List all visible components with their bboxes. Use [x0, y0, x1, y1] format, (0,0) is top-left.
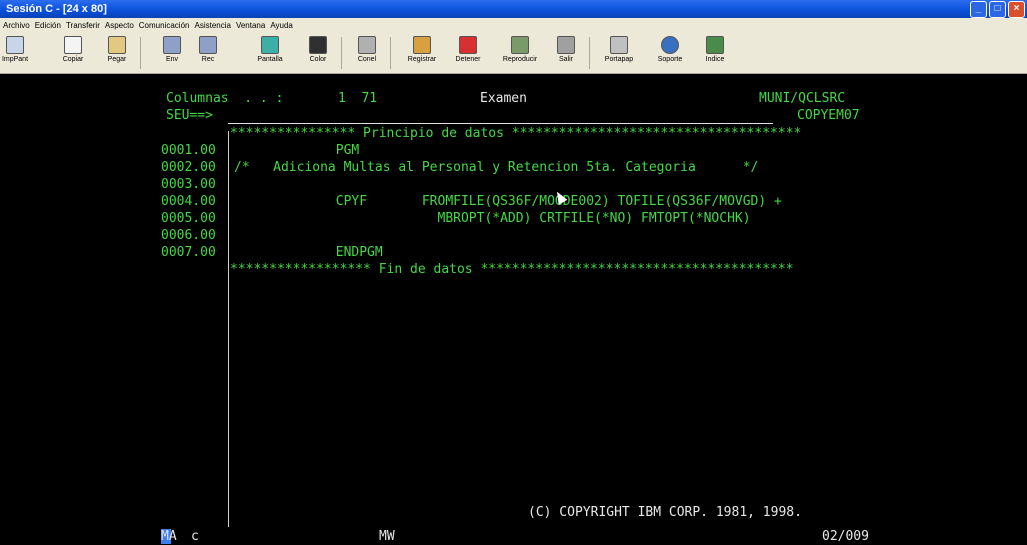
- record-icon: [413, 36, 431, 54]
- toolbar-label: Pantalla: [257, 56, 283, 63]
- toolbar-label: Soporte: [657, 56, 683, 63]
- menu-archivo[interactable]: Archivo: [3, 21, 30, 30]
- screen-icon: [261, 36, 279, 54]
- line-number: 0004.00: [161, 194, 216, 209]
- menu-transferir[interactable]: Transferir: [66, 21, 100, 30]
- status-mw: MW: [379, 529, 395, 544]
- toolbar-label: Env: [165, 56, 179, 63]
- toolbar-label: Conel: [357, 56, 377, 63]
- support-button[interactable]: Soporte: [655, 36, 685, 70]
- clipboard-button[interactable]: Portapap: [604, 36, 634, 70]
- line-number: 0003.00: [161, 177, 216, 192]
- exit-button[interactable]: Salir: [551, 36, 581, 70]
- line-number: 0002.00: [161, 160, 216, 175]
- send-button[interactable]: Env: [157, 36, 187, 70]
- source-line[interactable]: ENDPGM: [234, 244, 383, 261]
- source-line[interactable]: /* Adiciona Multas al Personal y Retenci…: [234, 159, 758, 176]
- globe-icon: [661, 36, 679, 54]
- clipboard-icon: [108, 36, 126, 54]
- copy-button[interactable]: Copiar: [58, 36, 88, 70]
- source-line[interactable]: MBROPT(*ADD) CRTFILE(*NO) FMTOPT(*NOCHK): [234, 210, 750, 227]
- column-separator: [228, 131, 229, 527]
- source-line[interactable]: CPYF FROMFILE(QS36F/MOGDE002) TOFILE(QS3…: [234, 193, 782, 210]
- menu-asistencia[interactable]: Asistencia: [194, 21, 230, 30]
- window-controls: _ □ ×: [970, 1, 1025, 18]
- cursor-position: 02/009: [822, 529, 869, 544]
- copyright-notice: (C) COPYRIGHT IBM CORP. 1981, 1998.: [528, 505, 802, 520]
- toolbar-separator: [390, 37, 391, 69]
- index-icon: [706, 36, 724, 54]
- copy-icon: [64, 36, 82, 54]
- toolbar-label: Rec: [201, 56, 215, 63]
- maximize-button[interactable]: □: [989, 1, 1006, 18]
- window-title: Sesión C - [24 x 80]: [6, 3, 107, 15]
- menu-aspecto[interactable]: Aspecto: [105, 21, 134, 30]
- close-button[interactable]: ×: [1008, 1, 1025, 18]
- menu-ayuda[interactable]: Ayuda: [270, 21, 293, 30]
- send-icon: [163, 36, 181, 54]
- toolbar-label: Indice: [705, 56, 725, 63]
- menu-bar: Archivo Edición Transferir Aspecto Comun…: [0, 18, 1027, 33]
- stop-button[interactable]: Detener: [453, 36, 483, 70]
- menu-ventana[interactable]: Ventana: [236, 21, 265, 30]
- toolbar-label: Color: [309, 56, 327, 63]
- toolbar-label: Reproducir: [502, 56, 538, 63]
- line-number: 0001.00: [161, 143, 216, 158]
- clipboard-icon: [610, 36, 628, 54]
- menu-comunicacion[interactable]: Comunicación: [139, 21, 190, 30]
- screen-button[interactable]: Pantalla: [255, 36, 285, 70]
- toolbar-label: Detener: [455, 56, 481, 63]
- end-data-marker: ****************** Fin de datos ********…: [230, 262, 794, 277]
- connect-icon: [358, 36, 376, 54]
- library-file: MUNI/QCLSRC: [759, 91, 846, 106]
- toolbar-separator: [341, 37, 342, 69]
- index-button[interactable]: Indice: [700, 36, 730, 70]
- columns-label: Columnas . . :: [166, 91, 284, 106]
- record-button[interactable]: Registrar: [407, 36, 437, 70]
- print-screen-button[interactable]: ImpPant: [0, 36, 30, 70]
- toolbar-label: Portapap: [604, 56, 634, 63]
- toolbar-label: Pegar: [107, 56, 127, 63]
- mode-label: Examen: [480, 91, 527, 106]
- toolbar-label: Salir: [558, 56, 573, 63]
- color-button[interactable]: Color: [303, 36, 333, 70]
- receive-icon: [199, 36, 217, 54]
- command-input-line[interactable]: [228, 123, 773, 124]
- line-number: 0005.00: [161, 211, 216, 226]
- color-icon: [309, 36, 327, 54]
- stop-icon: [459, 36, 477, 54]
- column-range: 1 71: [338, 91, 378, 106]
- play-icon: [511, 36, 529, 54]
- toolbar: ImpPant Copiar Pegar Env Rec Pantalla Co…: [0, 33, 1027, 74]
- printer-icon: [6, 36, 24, 54]
- begin-data-marker: **************** Principio de datos ****…: [230, 126, 802, 141]
- member-name: COPYEM07: [797, 108, 860, 123]
- source-line[interactable]: PGM: [234, 142, 360, 159]
- status-c: c: [191, 529, 199, 544]
- toolbar-separator: [589, 37, 590, 69]
- connect-button[interactable]: Conel: [352, 36, 382, 70]
- paste-button[interactable]: Pegar: [102, 36, 132, 70]
- play-button[interactable]: Reproducir: [502, 36, 538, 70]
- title-bar: Sesión C - [24 x 80] _ □ ×: [0, 0, 1027, 18]
- terminal-screen[interactable]: Columnas . . : 1 71 Examen MUNI/QCLSRC S…: [0, 74, 1027, 544]
- receive-button[interactable]: Rec: [193, 36, 223, 70]
- minimize-button[interactable]: _: [970, 1, 987, 18]
- line-number: 0006.00: [161, 228, 216, 243]
- status-ma: MA: [161, 529, 177, 544]
- toolbar-separator: [140, 37, 141, 69]
- seu-prompt: SEU==>: [166, 108, 213, 123]
- toolbar-label: Registrar: [407, 56, 437, 63]
- toolbar-label: Copiar: [62, 56, 84, 63]
- exit-icon: [557, 36, 575, 54]
- toolbar-label: ImpPant: [1, 56, 29, 63]
- menu-edicion[interactable]: Edición: [35, 21, 61, 30]
- line-number: 0007.00: [161, 245, 216, 260]
